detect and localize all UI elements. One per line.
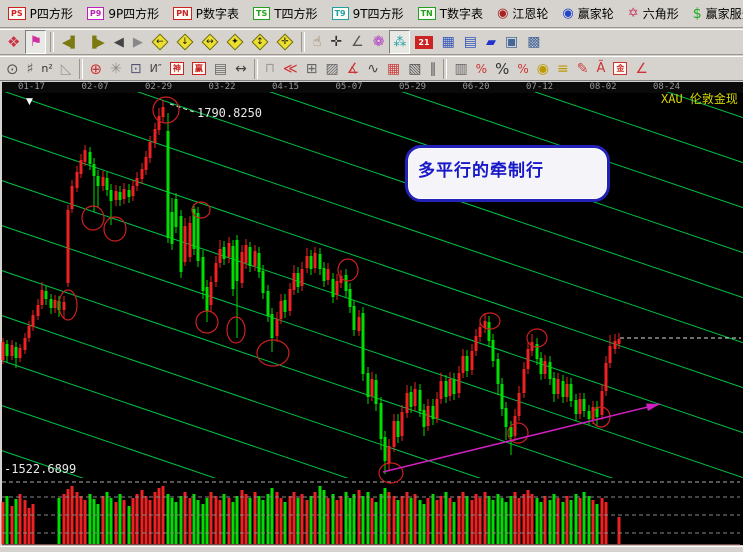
- yellow-diamond-icon: ←: [152, 34, 168, 50]
- gann-level-label: -1522.6899: [4, 462, 76, 476]
- symbol-label: XAU 伦敦金现: [661, 90, 738, 107]
- annotation-box[interactable]: 多平行的牵制行: [405, 145, 610, 202]
- app-window: PSP四方形P99P四方形PNP数字表TST四方形T99T四方形TNT数字表◉江…: [0, 0, 743, 552]
- yellow-diamond-icon: ✦: [227, 34, 243, 50]
- yellow-diamond-icon: ↕: [252, 34, 268, 50]
- annotation-text: 多平行的牵制行: [418, 156, 607, 181]
- gann-parallel-lines: [0, 0, 743, 552]
- price-chart-canvas[interactable]: [0, 0, 743, 552]
- yellow-diamond-icon: ↔: [202, 34, 218, 50]
- yellow-diamond-icon: ↓: [177, 34, 193, 50]
- status-bar: [0, 546, 743, 552]
- scroll-position-marker-icon[interactable]: ▼: [26, 97, 33, 107]
- trend-arrow-head: [646, 404, 660, 412]
- peak-price-label: 1790.8250: [197, 106, 262, 120]
- yellow-diamond-icon: ✛: [277, 34, 293, 50]
- dashed-level-line: [170, 104, 194, 112]
